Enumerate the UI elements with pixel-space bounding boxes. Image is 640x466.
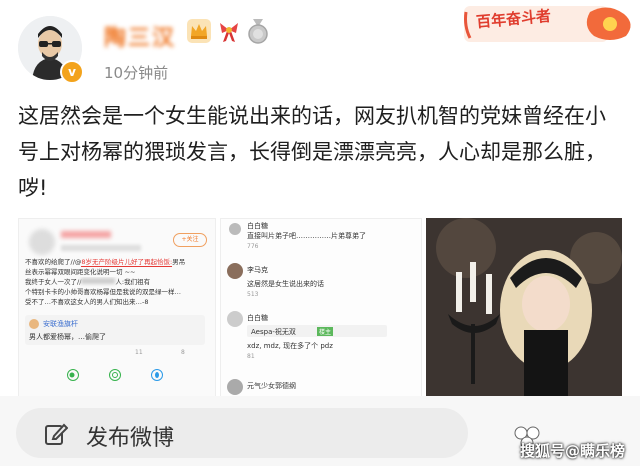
blurred-meta (61, 245, 141, 251)
comment-line-1: 不喜欢的给爬了//@ (25, 258, 82, 266)
comment-line-5b: 8 (144, 298, 149, 306)
blurred-name (81, 278, 116, 284)
ribbon-bow-icon (220, 23, 238, 42)
commenter-avatar-small (29, 319, 39, 329)
verified-badge-icon: v (60, 60, 84, 84)
comment-user-1[interactable]: 白白糖 (247, 221, 268, 231)
commenter-avatar (29, 229, 55, 255)
op-tag: 楼主 (317, 327, 334, 336)
compose-button[interactable] (16, 408, 468, 458)
edit-icon (45, 423, 68, 445)
comment-likes-2: 513 (247, 291, 259, 298)
comment-likes-1: 776 (247, 243, 259, 250)
post-timestamp: 10分钟前 (104, 64, 169, 82)
blurred-username (61, 231, 111, 238)
comment-text-2: 这居然是女生说出来的话 (247, 280, 324, 288)
qq-share-icon[interactable] (151, 369, 163, 381)
comment-line-5: 受不了…不喜欢这女人的男人们知出来…- (25, 298, 145, 306)
post-text: 这居然会是一个女生能说出来的话，网友扒机智的党妹曾经在小号上对杨幂的猥琐发言，长… (18, 104, 606, 200)
comment-user-3[interactable]: 白白糖 (247, 313, 268, 323)
comment-line-3b: 人:我们祖有 (115, 278, 151, 286)
stat-likes: 8 (181, 349, 185, 356)
stat-reposts: 11 (135, 349, 143, 356)
follow-button[interactable]: +关注 (173, 233, 207, 247)
comment-avatar (229, 223, 241, 235)
highlighted-phrase: 8岁无产阶级片儿好了再起恰饭: (81, 258, 173, 267)
comment-likes-3: 81 (247, 353, 255, 360)
wechat-share-icon[interactable] (67, 369, 79, 381)
comment-line-2: 丝表示幂幂双眼间距变化说明一切 ~~ (25, 268, 136, 276)
post-image-3-photo[interactable] (426, 218, 622, 396)
medal-icon (248, 19, 268, 44)
comment-line-1b: 男吊 (172, 258, 186, 266)
reply-user[interactable]: Aespa-祝无双 (251, 327, 296, 337)
comment-text-1: 直接叫片弟子吧……………片弟尊弟了 (247, 232, 366, 240)
post-image-1[interactable]: +关注 不喜欢的给爬了//@8岁无产阶级片儿好了再起恰饭:男吊 丝表示幂幂双眼间… (18, 218, 216, 398)
comment-line-3: 我终于女人一次了// (25, 278, 82, 286)
comment-user-4[interactable]: 元气少女郭德纲 (247, 381, 296, 391)
comment-avatar (227, 379, 243, 395)
post-image-2[interactable]: 白白糖 直接叫片弟子吧……………片弟尊弟了 776 李马克 这居然是女生说出来的… (220, 218, 422, 398)
comment-avatar (227, 263, 243, 279)
watermark-text: 搜狐号@瞒乐榜 (520, 442, 626, 460)
comment-user-2[interactable]: 李马克 (247, 265, 268, 275)
comment-avatar (227, 311, 243, 327)
moments-share-icon[interactable] (109, 369, 121, 381)
compose-label: 发布微博 (86, 426, 175, 451)
reply-text: xdz, mdz, 现在多了个 pdz (247, 342, 333, 350)
comment-line-4: 个特别卡卡的小帅哥喜欢杨幂但是我说的双是绿一样… (25, 288, 181, 296)
commenter-name[interactable]: 安联渔旗杆 (43, 319, 78, 329)
commenter-text: 男人都爱杨幂，…偷爬了 (29, 333, 106, 341)
gothic-girl-photo (426, 218, 622, 396)
crown-icon (187, 19, 211, 43)
username[interactable]: 陶三汉 (104, 20, 176, 52)
